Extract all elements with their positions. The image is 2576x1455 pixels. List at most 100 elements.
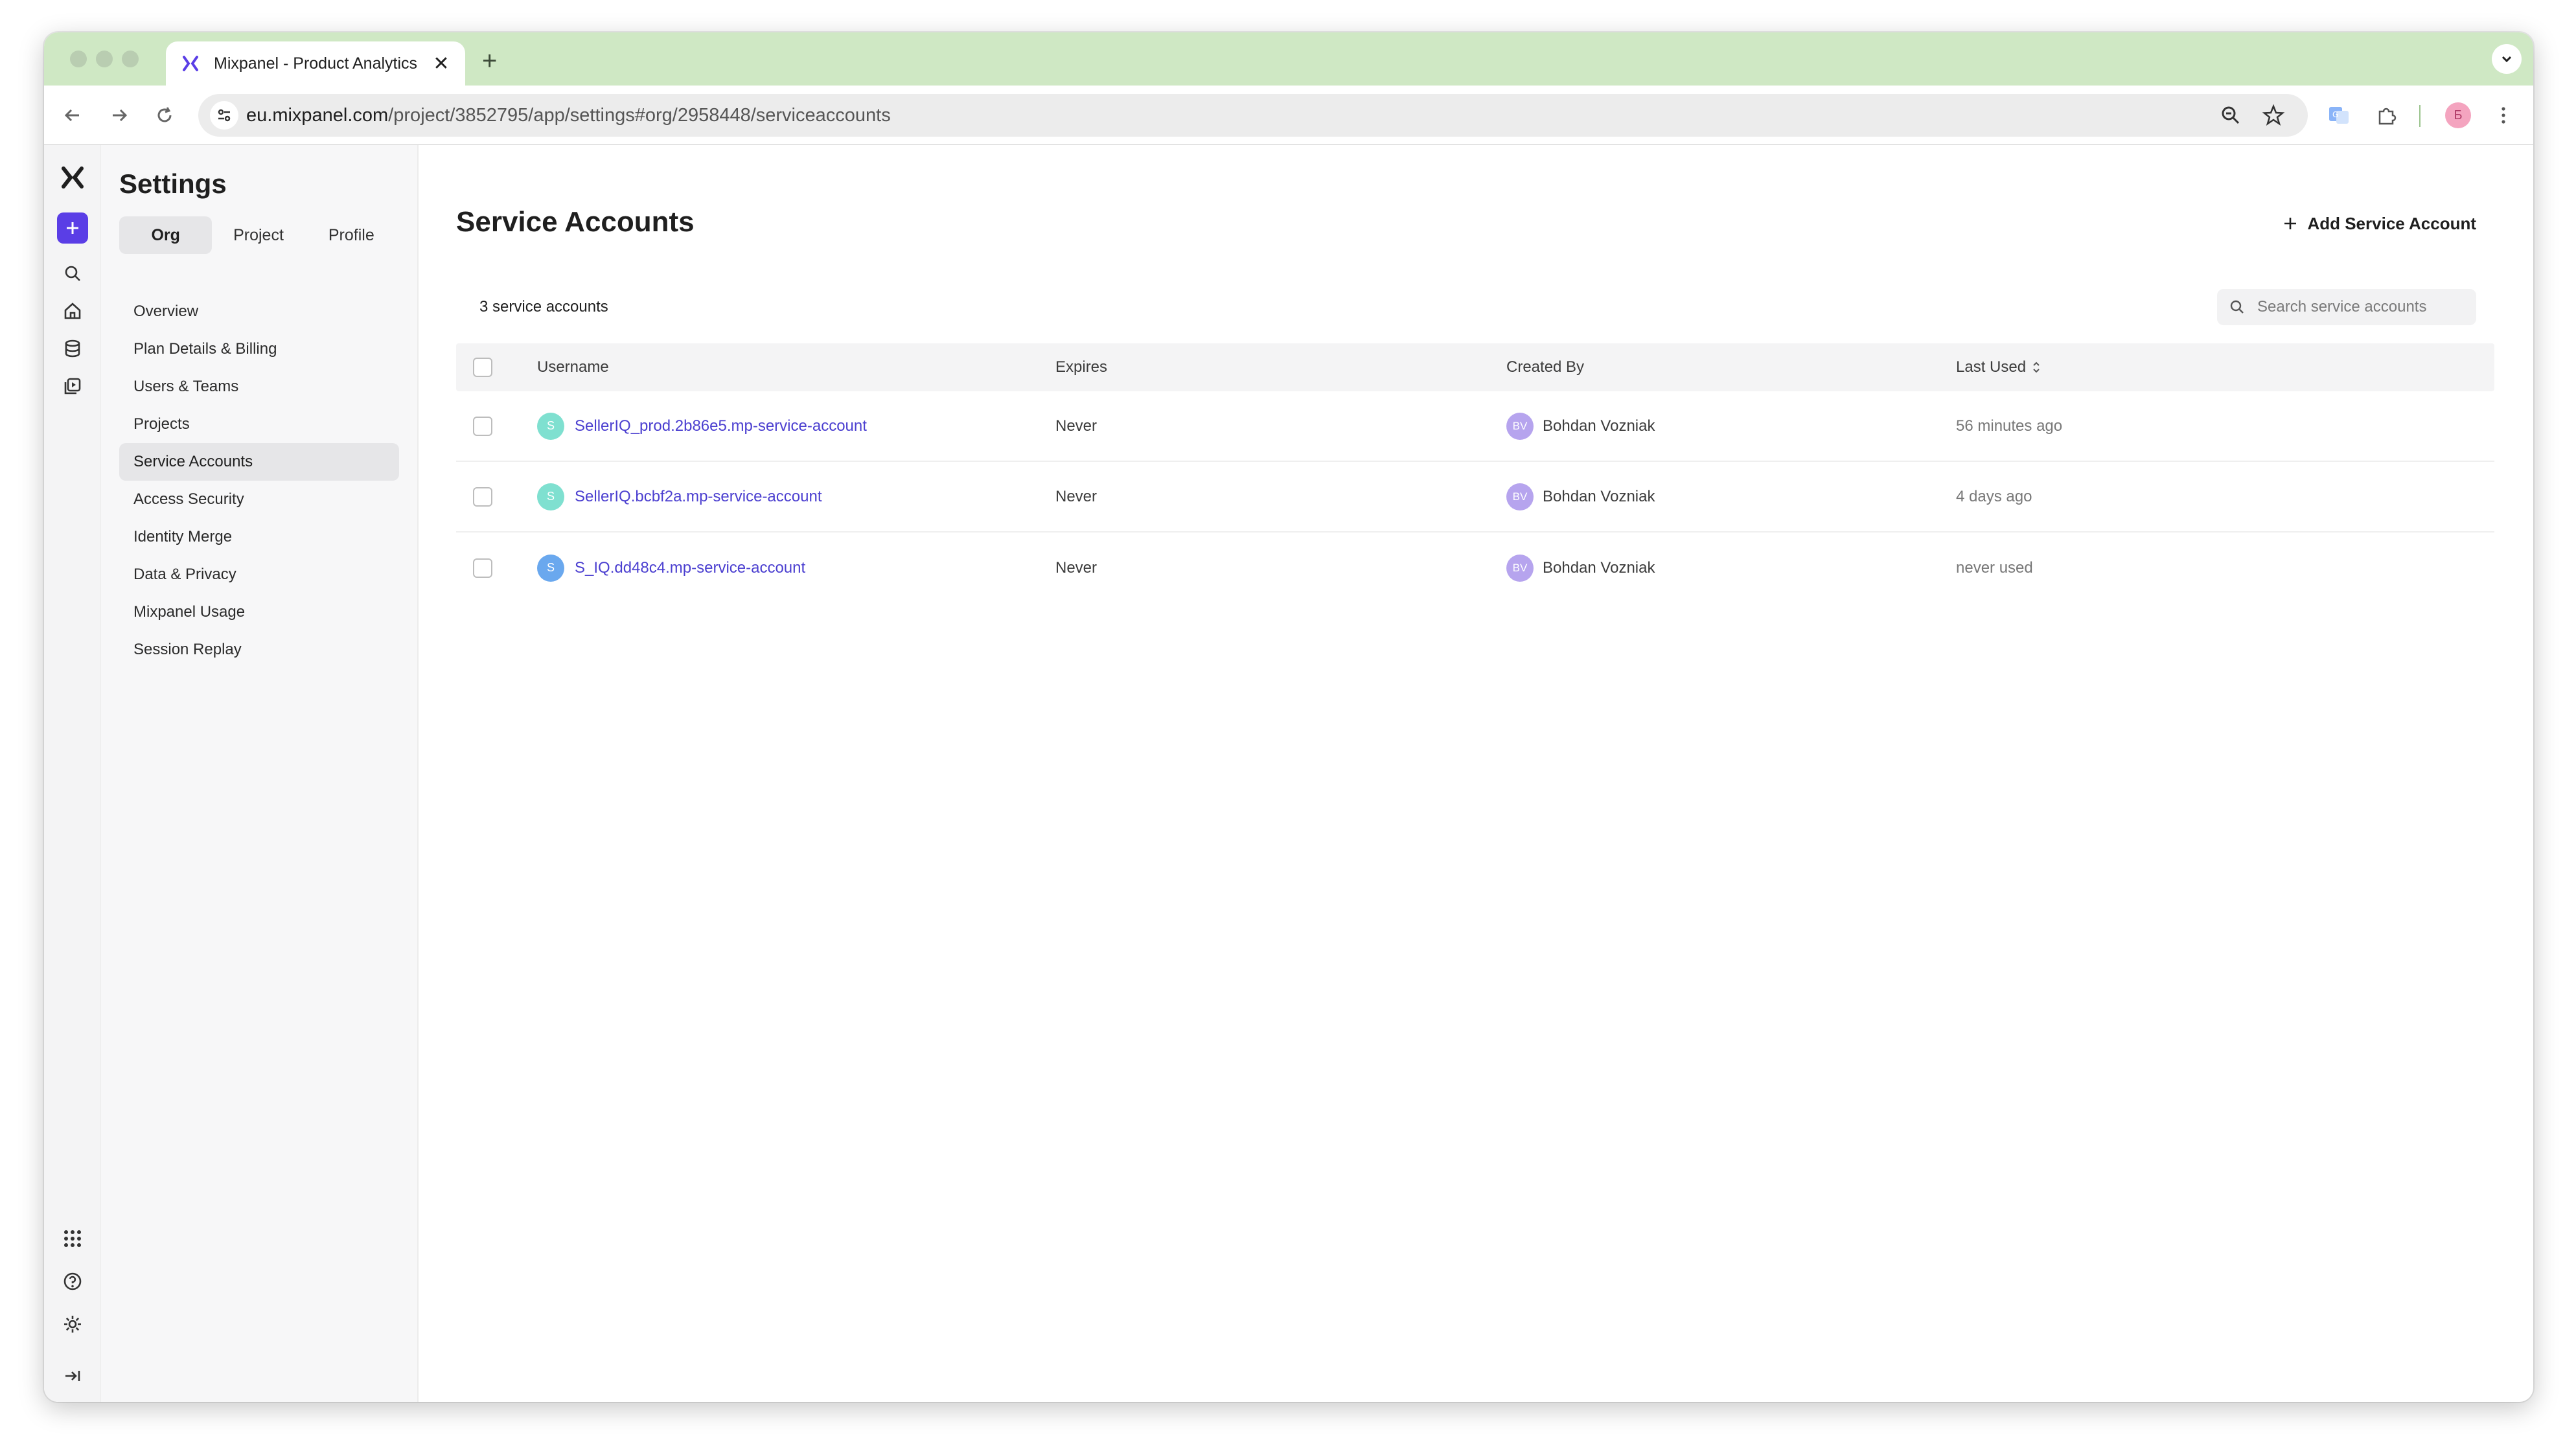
search-field[interactable]: [2217, 289, 2476, 325]
tab-project[interactable]: Project: [212, 216, 305, 254]
browser-menu-icon[interactable]: [2489, 101, 2518, 130]
service-account-avatar: S: [537, 483, 564, 510]
page-title: Service Accounts: [456, 206, 695, 238]
created-by-cell: BV Bohdan Vozniak: [1506, 554, 1956, 582]
close-window-button[interactable]: [70, 51, 87, 67]
window-controls: [70, 51, 139, 67]
sidebar-item-access-security[interactable]: Access Security: [119, 481, 399, 518]
chevron-down-icon: [2501, 56, 2512, 63]
username-cell: S S_IQ.dd48c4.mp-service-account: [537, 554, 1055, 582]
column-header-expires[interactable]: Expires: [1055, 358, 1506, 376]
toolbar-separator: [2419, 105, 2421, 127]
forward-button[interactable]: [105, 101, 133, 130]
search-input[interactable]: [2257, 298, 2465, 316]
sidebar-item-mixpanel-usage[interactable]: Mixpanel Usage: [119, 593, 399, 631]
browser-window: Mixpanel - Product Analytics ✕ + eu.mixp…: [44, 32, 2533, 1402]
row-checkbox-cell: [456, 558, 537, 578]
creator-avatar: BV: [1506, 554, 1534, 582]
service-account-link[interactable]: SellerIQ.bcbf2a.mp-service-account: [575, 488, 822, 506]
browser-toolbar: eu.mixpanel.com/project/3852795/app/sett…: [44, 86, 2533, 145]
creator-name: Bohdan Vozniak: [1543, 487, 1655, 505]
service-account-link[interactable]: SellerIQ_prod.2b86e5.mp-service-account: [575, 417, 867, 435]
svg-text:G: G: [2332, 110, 2338, 119]
session-replay-icon[interactable]: [57, 371, 88, 402]
row-checkbox-cell: [456, 487, 537, 507]
sidebar-item-identity-merge[interactable]: Identity Merge: [119, 518, 399, 556]
address-bar[interactable]: eu.mixpanel.com/project/3852795/app/sett…: [198, 94, 2308, 137]
row-checkbox[interactable]: [473, 416, 492, 436]
home-icon[interactable]: [57, 295, 88, 327]
service-accounts-table: Username Expires Created By Last Used S: [456, 343, 2494, 603]
row-checkbox[interactable]: [473, 558, 492, 578]
column-header-last-used[interactable]: Last Used: [1956, 358, 2494, 376]
profile-avatar[interactable]: Б: [2445, 102, 2471, 128]
sidebar-item-plan-billing[interactable]: Plan Details & Billing: [119, 330, 399, 368]
add-service-account-button[interactable]: Add Service Account: [2279, 207, 2480, 240]
creator-avatar: BV: [1506, 412, 1534, 440]
search-icon[interactable]: [57, 258, 88, 289]
sidebar-item-data-privacy[interactable]: Data & Privacy: [119, 556, 399, 593]
row-checkbox[interactable]: [473, 487, 492, 507]
service-account-avatar: S: [537, 412, 564, 440]
select-all-checkbox[interactable]: [473, 358, 492, 377]
table-row[interactable]: S SellerIQ.bcbf2a.mp-service-account Nev…: [456, 462, 2494, 533]
sort-icon[interactable]: [2031, 360, 2041, 374]
tab-close-icon[interactable]: ✕: [431, 52, 451, 75]
translate-extension-icon[interactable]: G: [2325, 101, 2353, 130]
tab-strip: Mixpanel - Product Analytics ✕ +: [44, 32, 2533, 86]
service-account-link[interactable]: S_IQ.dd48c4.mp-service-account: [575, 559, 805, 577]
back-button[interactable]: [58, 101, 87, 130]
zoom-icon[interactable]: [2218, 103, 2243, 131]
row-checkbox-cell: [456, 416, 537, 436]
arrow-right-icon: [113, 109, 128, 122]
plus-icon: [2284, 218, 2297, 229]
reload-icon: [157, 107, 172, 122]
new-tab-button[interactable]: +: [482, 47, 497, 76]
search-icon: [2230, 300, 2244, 314]
settings-scope-tabs: Org Project Profile: [119, 216, 398, 254]
column-header-last-used-label: Last Used: [1956, 358, 2027, 376]
sidebar-item-users-teams[interactable]: Users & Teams: [119, 368, 399, 406]
creator-name: Bohdan Vozniak: [1543, 558, 1655, 577]
apps-grid-icon[interactable]: [57, 1223, 88, 1254]
main-content: Service Accounts Add Service Account 3 s…: [419, 145, 2533, 1402]
minimize-window-button[interactable]: [96, 51, 113, 67]
sidebar-item-projects[interactable]: Projects: [119, 406, 399, 443]
browser-tab-active[interactable]: Mixpanel - Product Analytics ✕: [166, 41, 465, 86]
column-header-created-by[interactable]: Created By: [1506, 358, 1956, 376]
username-cell: S SellerIQ.bcbf2a.mp-service-account: [537, 483, 1055, 510]
sidebar-item-session-replay[interactable]: Session Replay: [119, 631, 399, 669]
settings-gear-icon[interactable]: [57, 1309, 88, 1340]
url-path: /project/3852795/app/settings#org/295844…: [388, 104, 891, 126]
mixpanel-app: Settings Org Project Profile Overview Pl…: [44, 145, 2533, 1402]
tab-title: Mixpanel - Product Analytics: [214, 54, 418, 73]
help-icon[interactable]: [57, 1266, 88, 1297]
tab-profile[interactable]: Profile: [305, 216, 398, 254]
sidebar-item-service-accounts[interactable]: Service Accounts: [119, 443, 399, 481]
column-header-username[interactable]: Username: [537, 358, 1055, 376]
last-used-cell: 56 minutes ago: [1956, 417, 2063, 435]
database-icon[interactable]: [57, 333, 88, 364]
expand-sidebar-icon[interactable]: [57, 1360, 88, 1392]
maximize-window-button[interactable]: [122, 51, 139, 67]
mixpanel-favicon-icon: [180, 53, 201, 74]
mixpanel-logo-icon[interactable]: [57, 162, 88, 193]
username-cell: S SellerIQ_prod.2b86e5.mp-service-accoun…: [537, 412, 1055, 440]
sidebar-item-overview[interactable]: Overview: [119, 293, 399, 330]
tab-org[interactable]: Org: [119, 216, 213, 254]
table-row[interactable]: S SellerIQ_prod.2b86e5.mp-service-accoun…: [456, 391, 2494, 462]
table-row[interactable]: S S_IQ.dd48c4.mp-service-account Never B…: [456, 533, 2494, 603]
create-new-button[interactable]: [57, 212, 88, 244]
site-info-icon[interactable]: [210, 101, 238, 130]
creator-name: Bohdan Vozniak: [1543, 417, 1655, 435]
url-text[interactable]: eu.mixpanel.com/project/3852795/app/sett…: [246, 105, 891, 126]
tab-search-dropdown-button[interactable]: [2492, 44, 2522, 74]
settings-nav-list: Overview Plan Details & Billing Users & …: [119, 293, 399, 669]
header-checkbox-cell: [456, 358, 537, 377]
extensions-puzzle-icon[interactable]: [2373, 101, 2401, 130]
settings-title: Settings: [119, 168, 227, 199]
settings-sidebar: Settings Org Project Profile Overview Pl…: [101, 145, 419, 1402]
reload-button[interactable]: [150, 101, 179, 130]
expires-cell: Never: [1055, 487, 1098, 505]
bookmark-star-icon[interactable]: [2261, 103, 2286, 131]
